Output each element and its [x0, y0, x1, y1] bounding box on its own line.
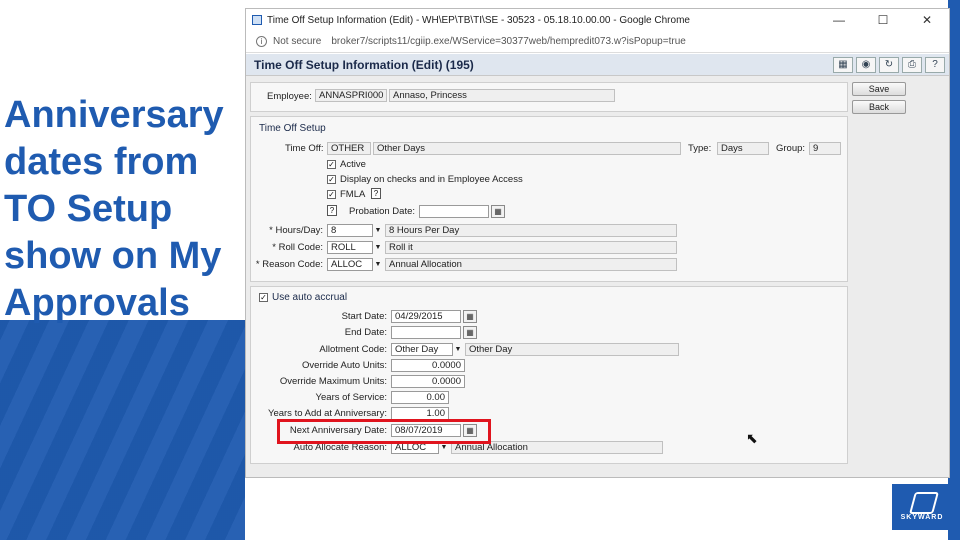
allotment-code-label: Allotment Code: [319, 344, 387, 355]
camera-icon[interactable]: ◉ [856, 56, 876, 73]
display-checkbox[interactable]: ✓ [327, 175, 336, 184]
calendar-icon[interactable]: ▦ [491, 205, 505, 218]
slide-title-line: dates from [4, 141, 199, 183]
reason-input[interactable]: ALLOC [327, 258, 373, 271]
slide-title-line: Approvals [4, 282, 190, 324]
roll-desc-field: Roll it [385, 241, 677, 254]
window-titlebar: Time Off Setup Information (Edit) - WH\E… [246, 9, 949, 31]
override-max-label: Override Maximum Units: [279, 376, 387, 387]
calendar-icon[interactable]: ▦ [463, 310, 477, 323]
close-button[interactable]: ✕ [905, 13, 949, 27]
start-date-label: Start Date: [341, 311, 387, 322]
not-secure-label: Not secure [273, 36, 322, 47]
allotment-desc-field: Other Day [465, 343, 679, 356]
slide-title-line: Anniversary [4, 94, 224, 136]
years-to-add-label: Years to Add at Anniversary: [267, 408, 387, 419]
window-title: Time Off Setup Information (Edit) - WH\E… [267, 14, 690, 26]
help-icon[interactable]: ? [925, 56, 945, 73]
hours-input[interactable]: 8 [327, 224, 373, 237]
roll-label: * Roll Code: [272, 242, 323, 253]
probation-label: Probation Date: [349, 206, 416, 217]
fmla-label: FMLA [340, 189, 366, 200]
hours-desc-field: 8 Hours Per Day [385, 224, 677, 237]
active-checkbox[interactable]: ✓ [327, 160, 336, 169]
excel-icon[interactable]: ▦ [833, 56, 853, 73]
info-icon[interactable]: i [256, 36, 267, 47]
override-units-input[interactable]: 0.0000 [391, 359, 465, 372]
page-title: Time Off Setup Information (Edit) (195) [254, 57, 474, 72]
minimize-button[interactable]: — [817, 13, 861, 27]
slide-title-line: TO Setup [4, 188, 173, 230]
chevron-down-icon[interactable]: ▼ [373, 224, 383, 237]
override-units-label: Override Auto Units: [301, 360, 387, 371]
employee-box: Employee: ANNASPRI000 Annaso, Princess [250, 82, 848, 112]
skyward-logo: SKYWARD [892, 484, 952, 530]
type-field: Days [717, 142, 769, 155]
save-button[interactable]: Save [852, 82, 906, 96]
fmla-help-icon[interactable]: ? [371, 188, 381, 199]
action-buttons: Save Back [852, 82, 906, 114]
type-label: Type: [688, 143, 712, 154]
use-auto-accrual-checkbox[interactable]: ✓ [259, 293, 268, 302]
window-controls: — ☐ ✕ [817, 13, 949, 27]
time-off-code-field: OTHER [327, 142, 371, 155]
hours-label: * Hours/Day: [269, 225, 323, 236]
probation-date-input[interactable] [419, 205, 489, 218]
override-max-input[interactable]: 0.0000 [391, 375, 465, 388]
reason-desc-field: Annual Allocation [385, 258, 677, 271]
probation-help-icon[interactable]: ? [327, 205, 337, 216]
employee-name-field: Annaso, Princess [389, 89, 615, 102]
slide-title-line: show on My [4, 235, 222, 277]
years-of-service-input[interactable]: 0.00 [391, 391, 449, 404]
page-toolbar: ▦ ◉ ↻ ⎙ ? [833, 56, 945, 73]
use-auto-accrual-label: Use auto accrual [272, 292, 348, 303]
employee-code-field: ANNASPRI000 [315, 89, 387, 102]
reason-label: * Reason Code: [255, 259, 323, 270]
display-label: Display on checks and in Employee Access [340, 174, 523, 185]
time-off-setup-title: Time Off Setup [259, 123, 326, 134]
time-off-desc-field: Other Days [373, 142, 681, 155]
maximize-button[interactable]: ☐ [861, 13, 905, 27]
employee-label: Employee: [267, 91, 312, 102]
allotment-code-input[interactable]: Other Day [391, 343, 453, 356]
back-button[interactable]: Back [852, 100, 906, 114]
refresh-icon[interactable]: ↻ [879, 56, 899, 73]
active-label: Active [340, 159, 366, 170]
address-bar[interactable]: i Not secure broker7/scripts11/cgiip.exe… [246, 31, 949, 53]
page-header: Time Off Setup Information (Edit) (195) … [246, 54, 949, 76]
auto-accrual-box: ✓ Use auto accrual Start Date: 04/29/201… [250, 286, 848, 464]
end-date-input[interactable] [391, 326, 461, 339]
mouse-cursor-icon: ⬉ [746, 430, 758, 446]
end-date-label: End Date: [344, 327, 387, 338]
logo-text: SKYWARD [900, 514, 944, 521]
chevron-down-icon[interactable]: ▼ [453, 343, 463, 356]
start-date-input[interactable]: 04/29/2015 [391, 310, 461, 323]
app-icon [252, 15, 262, 25]
page-content: Time Off Setup Information (Edit) (195) … [246, 54, 949, 477]
browser-window: Time Off Setup Information (Edit) - WH\E… [245, 8, 950, 478]
time-off-setup-box: Time Off Setup Time Off: OTHER Other Day… [250, 116, 848, 282]
slide-title: Anniversary dates from TO Setup show on … [4, 92, 254, 327]
next-anniversary-highlight [277, 419, 491, 444]
chevron-down-icon[interactable]: ▼ [373, 258, 383, 271]
url-text[interactable]: broker7/scripts11/cgiip.exe/WService=303… [331, 36, 685, 47]
fmla-checkbox[interactable]: ✓ [327, 190, 336, 199]
group-label: Group: [776, 143, 806, 154]
years-of-service-label: Years of Service: [315, 392, 387, 403]
time-off-label: Time Off: [285, 143, 324, 154]
print-icon[interactable]: ⎙ [902, 56, 922, 73]
calendar-icon[interactable]: ▦ [463, 326, 477, 339]
roll-input[interactable]: ROLL [327, 241, 373, 254]
chevron-down-icon[interactable]: ▼ [373, 241, 383, 254]
group-field: 9 [809, 142, 841, 155]
